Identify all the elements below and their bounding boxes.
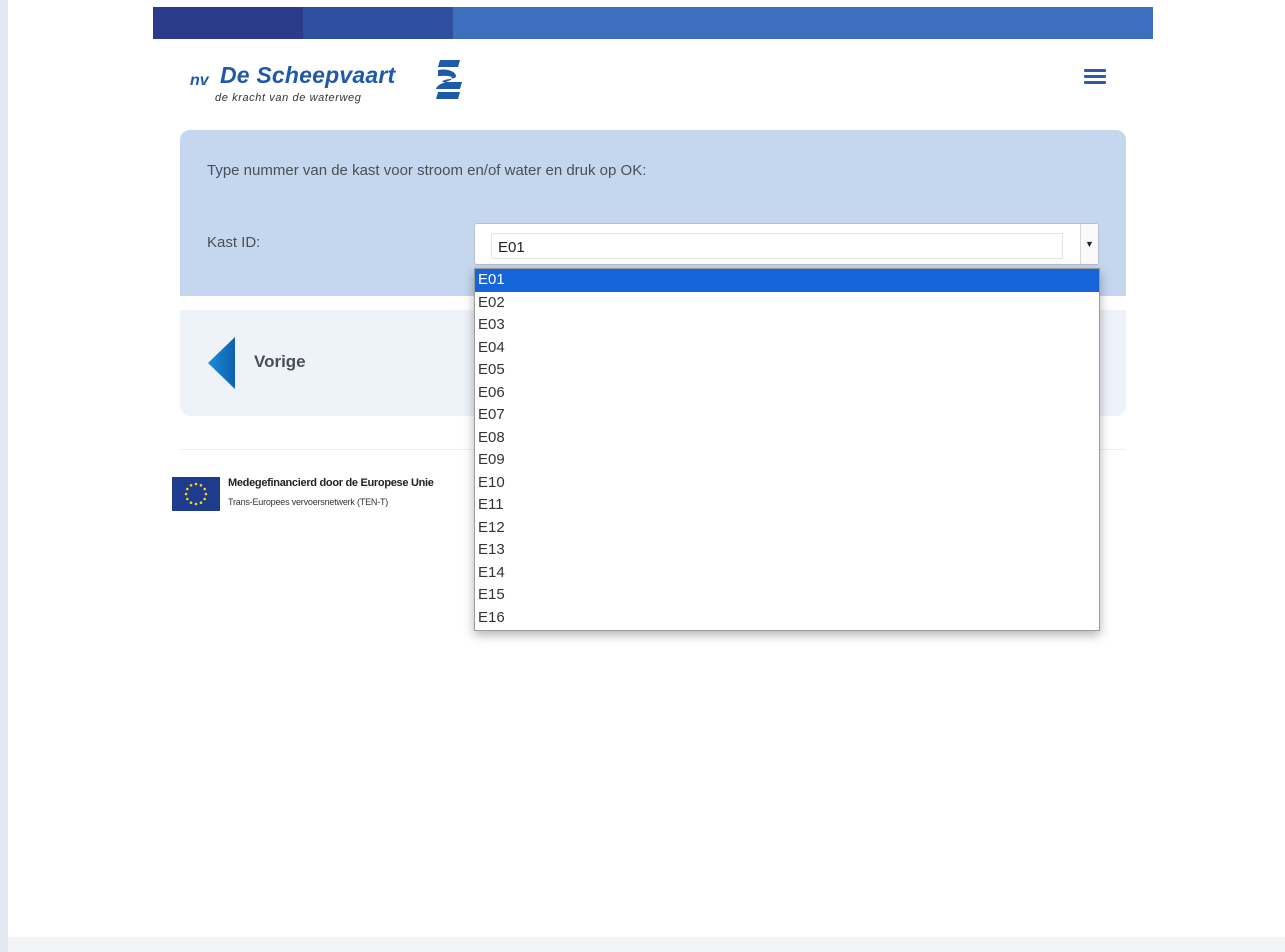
kast-id-label: Kast ID: [207, 234, 261, 251]
option-item[interactable]: E05 [475, 359, 1099, 382]
menu-line [1084, 81, 1106, 84]
option-item[interactable]: E06 [475, 382, 1099, 405]
menu-line [1084, 75, 1106, 78]
option-item[interactable]: E15 [475, 584, 1099, 607]
option-item[interactable]: E14 [475, 562, 1099, 585]
top-bar-segment [453, 7, 1153, 39]
hamburger-icon[interactable] [1082, 66, 1108, 92]
eu-cofinanced-text: Medegefinancierd door de Europese Unie [228, 477, 434, 489]
option-item[interactable]: E10 [475, 472, 1099, 495]
form-instruction: Type nummer van de kast voor stroom en/o… [207, 162, 647, 179]
previous-button[interactable]: Vorige [206, 336, 366, 390]
option-item[interactable]: E01 [475, 269, 1099, 292]
option-item[interactable]: E16 [475, 607, 1099, 630]
kast-id-select[interactable]: E01 ▼ [474, 223, 1099, 265]
logo-tagline: de kracht van de waterweg [215, 92, 362, 104]
option-item[interactable]: E11 [475, 494, 1099, 517]
eu-flag-icon [172, 477, 220, 511]
previous-label: Vorige [254, 352, 306, 371]
option-item[interactable]: E12 [475, 517, 1099, 540]
bottom-strip [8, 937, 1285, 952]
arrow-left-icon [208, 337, 235, 389]
top-color-bar [153, 7, 1153, 39]
option-item[interactable]: E03 [475, 314, 1099, 337]
eu-ten-t-text: Trans-Europees vervoersnetwerk (TEN-T) [228, 497, 389, 507]
option-item[interactable]: E02 [475, 292, 1099, 315]
logo-mark-icon [436, 60, 462, 99]
kast-id-value[interactable]: E01 [491, 233, 1063, 259]
menu-line [1084, 69, 1106, 72]
top-bar-segment [153, 7, 303, 39]
option-item[interactable]: E08 [475, 427, 1099, 450]
option-item[interactable]: E09 [475, 449, 1099, 472]
kast-id-options-list[interactable]: E01 E02 E03 E04 E05 E06 E07 E08 E09 E10 … [474, 268, 1100, 631]
logo-prefix: nv [190, 72, 209, 89]
dropdown-arrow-icon[interactable]: ▼ [1080, 224, 1098, 264]
option-item[interactable]: E07 [475, 404, 1099, 427]
option-item[interactable]: E13 [475, 539, 1099, 562]
logo-brand: De Scheepvaart [220, 62, 396, 88]
option-item[interactable]: E04 [475, 337, 1099, 360]
top-bar-segment [303, 7, 453, 39]
site-logo[interactable]: nv De Scheepvaart de kracht van de water… [190, 58, 470, 110]
